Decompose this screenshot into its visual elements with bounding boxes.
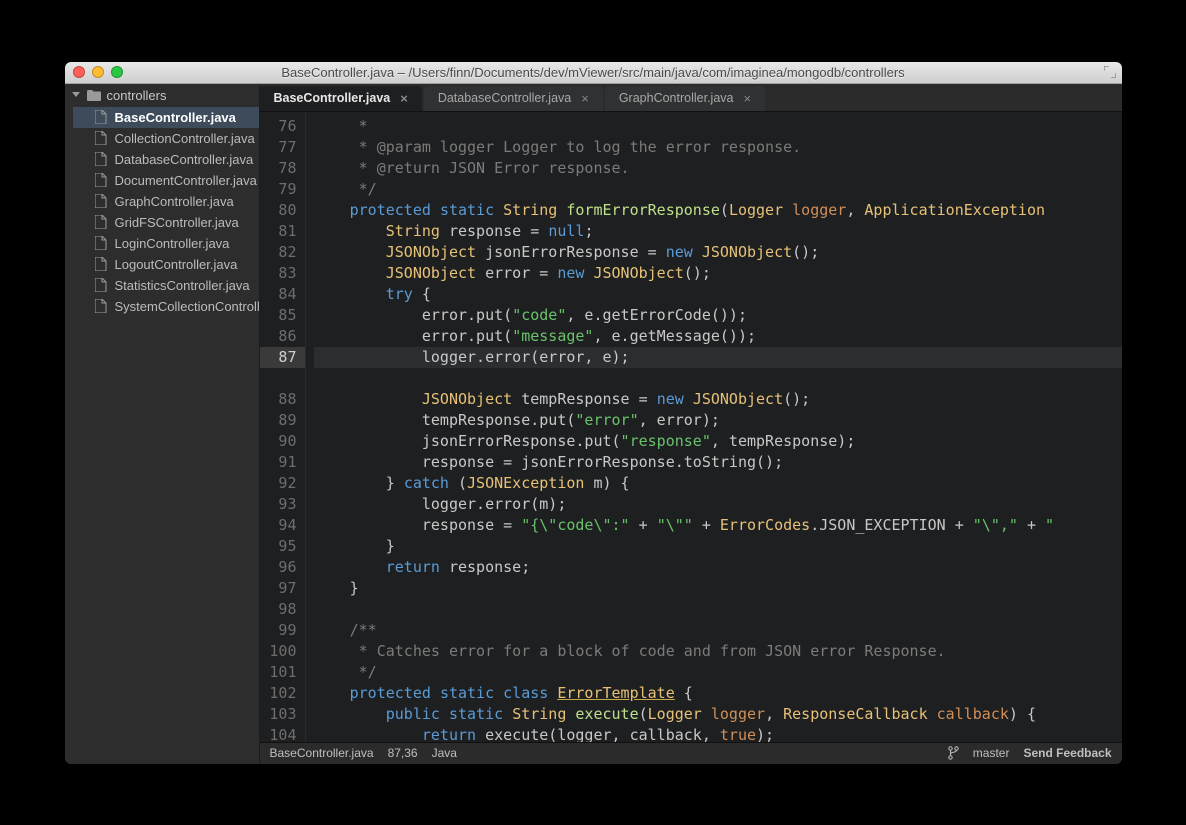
status-bar: BaseController.java 87,36 Java master Se…	[260, 742, 1122, 764]
sidebar-file[interactable]: DatabaseController.java	[73, 149, 259, 170]
disclosure-icon	[71, 90, 81, 100]
file-label: DocumentController.java	[115, 173, 257, 188]
code-content[interactable]: * * @param logger Logger to log the erro…	[306, 112, 1122, 742]
file-label: LogoutController.java	[115, 257, 238, 272]
file-label: BaseController.java	[115, 110, 236, 125]
sidebar-file[interactable]: GridFSController.java	[73, 212, 259, 233]
folder-label: controllers	[107, 88, 167, 103]
editor-pane: BaseController.java×DatabaseController.j…	[260, 84, 1122, 764]
window-controls	[73, 66, 123, 78]
file-label: DatabaseController.java	[115, 152, 254, 167]
status-cursor: 87,36	[388, 746, 418, 760]
zoom-icon[interactable]	[111, 66, 123, 78]
app-window: BaseController.java – /Users/finn/Docume…	[65, 62, 1122, 764]
sidebar-file[interactable]: BaseController.java	[73, 107, 259, 128]
send-feedback[interactable]: Send Feedback	[1023, 746, 1111, 760]
close-icon[interactable]: ×	[581, 91, 589, 106]
file-label: StatisticsController.java	[115, 278, 250, 293]
tab-label: BaseController.java	[274, 91, 391, 105]
tab-label: GraphController.java	[619, 91, 734, 105]
close-icon[interactable]: ×	[743, 91, 751, 106]
file-label: CollectionController.java	[115, 131, 255, 146]
code-area[interactable]: 76 77 78 79 80 81 82 83 84 85 86 87 88 8…	[260, 112, 1122, 742]
tab-label: DatabaseController.java	[438, 91, 571, 105]
folder-icon	[87, 90, 101, 101]
sidebar-file[interactable]: LogoutController.java	[73, 254, 259, 275]
sidebar: controllers BaseController.java Collectio…	[65, 84, 260, 764]
file-label: SystemCollectionController.java	[115, 299, 259, 314]
expand-icon[interactable]	[1104, 66, 1116, 78]
window-title: BaseController.java – /Users/finn/Docume…	[65, 65, 1122, 80]
sidebar-file[interactable]: DocumentController.java	[73, 170, 259, 191]
status-lang[interactable]: Java	[432, 746, 457, 760]
sidebar-file[interactable]: StatisticsController.java	[73, 275, 259, 296]
editor-tab[interactable]: GraphController.java ×	[605, 86, 765, 111]
line-gutter: 76 77 78 79 80 81 82 83 84 85 86 87 88 8…	[260, 112, 306, 742]
close-icon[interactable]: ×	[400, 91, 408, 106]
minimize-icon[interactable]	[92, 66, 104, 78]
titlebar[interactable]: BaseController.java – /Users/finn/Docume…	[65, 62, 1122, 84]
tab-bar: BaseController.java×DatabaseController.j…	[260, 84, 1122, 112]
sidebar-file[interactable]: GraphController.java	[73, 191, 259, 212]
editor-tab[interactable]: BaseController.java ×	[260, 86, 422, 111]
sidebar-file[interactable]: LoginController.java	[73, 233, 259, 254]
status-file: BaseController.java	[270, 746, 374, 760]
sidebar-file[interactable]: CollectionController.java	[73, 128, 259, 149]
folder-root[interactable]: controllers	[65, 84, 259, 107]
editor-tab[interactable]: DatabaseController.java ×	[424, 86, 603, 111]
file-label: GridFSController.java	[115, 215, 239, 230]
sidebar-file[interactable]: SystemCollectionController.java	[73, 296, 259, 317]
status-branch[interactable]: master	[973, 746, 1010, 760]
git-branch-icon	[948, 746, 959, 760]
file-label: GraphController.java	[115, 194, 234, 209]
close-icon[interactable]	[73, 66, 85, 78]
file-label: LoginController.java	[115, 236, 230, 251]
